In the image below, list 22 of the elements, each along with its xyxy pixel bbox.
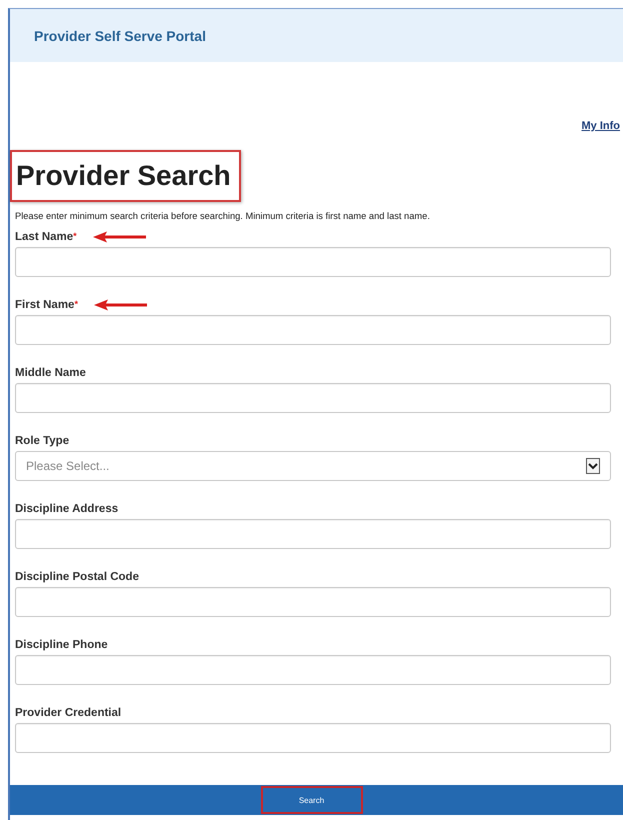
instructions-text: Please enter minimum search criteria before searching. Minimum criteria is first name and last name.	[15, 211, 431, 221]
input-field[interactable]	[15, 519, 611, 549]
input-field[interactable]	[15, 587, 611, 617]
field-label: Discipline Address	[15, 502, 118, 514]
field-label: First Name*	[15, 298, 78, 310]
nav-link[interactable]: My Info	[582, 120, 620, 132]
page-title: Provider Search	[10, 150, 241, 202]
field-label: Provider Credential	[15, 706, 122, 718]
caret-icon	[586, 458, 600, 474]
input-field[interactable]	[15, 655, 611, 685]
field-label: Discipline Postal Code	[15, 570, 139, 582]
input-field[interactable]	[15, 383, 611, 413]
field-label: Discipline Phone	[15, 638, 108, 650]
input-field[interactable]	[15, 315, 611, 345]
search-button[interactable]: Search	[260, 786, 362, 814]
portal-title: Provider Self Serve Portal	[34, 28, 206, 44]
field-label: Middle Name	[15, 366, 86, 378]
input-field[interactable]	[15, 247, 611, 277]
field-label: Role Type	[15, 434, 70, 446]
select-field[interactable]: Please Select...	[15, 451, 611, 481]
field-label: Last Name*	[15, 230, 77, 242]
input-field[interactable]	[15, 723, 611, 753]
